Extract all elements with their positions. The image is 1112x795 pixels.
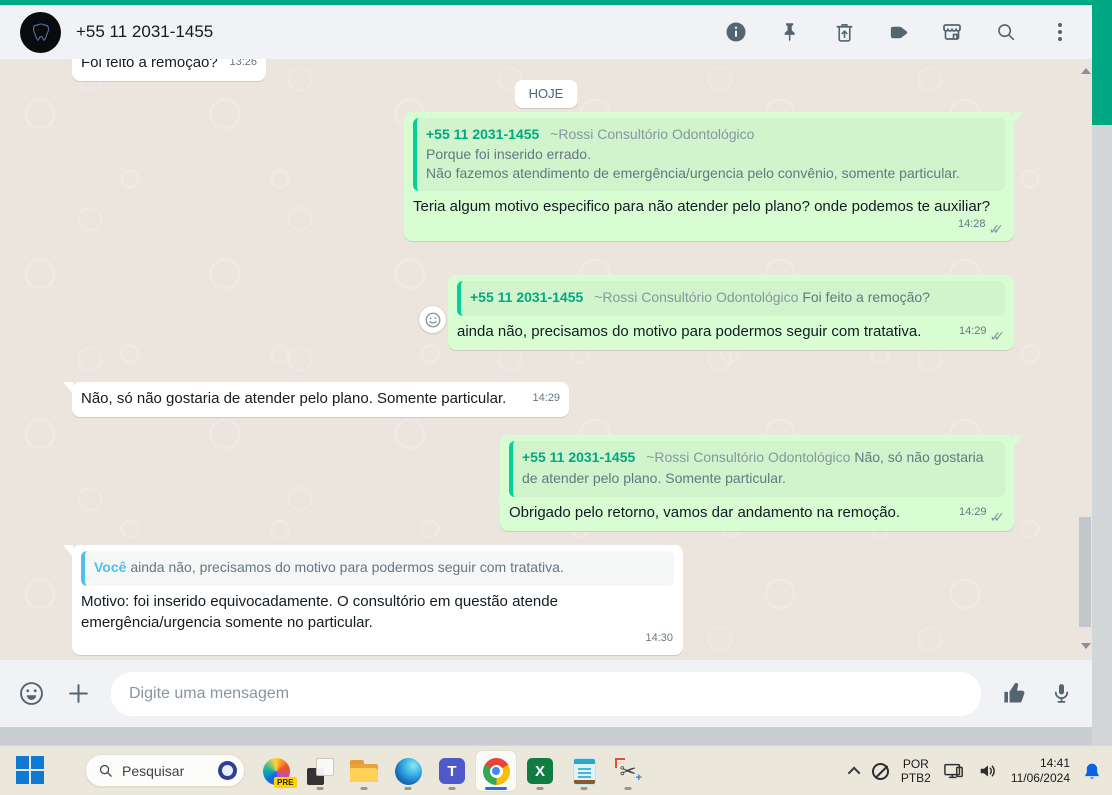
chat-header: +55 11 2031-1455 <box>0 5 1092 59</box>
quote-text: ainda não, precisamos do motivo para pod… <box>130 559 564 575</box>
message-bubble-incoming[interactable]: Não, só não gostaria de atender pelo pla… <box>63 382 569 417</box>
quote-sender-phone: +55 11 2031-1455 <box>426 126 540 142</box>
tray-clock[interactable]: 14:41 11/06/2024 <box>1011 756 1070 786</box>
quote-text: Porque foi inserido errado. <box>426 146 591 162</box>
message-bubble-outgoing[interactable]: +55 11 2031-1455 ~Rossi Consultório Odon… <box>448 275 1014 350</box>
tray-date: 11/06/2024 <box>1010 771 1070 785</box>
delivered-ticks-icon: ✓✓ <box>989 328 1005 344</box>
tray-cast-icon[interactable] <box>943 761 965 781</box>
windows-start-button[interactable] <box>16 756 46 786</box>
taskbar-excel-icon[interactable]: X <box>520 751 560 791</box>
message-text: Obrigado pelo retorno, vamos dar andamen… <box>509 504 901 521</box>
tray-blocked-status-icon[interactable] <box>871 762 889 780</box>
message-list: Foi feito a remoção? 13:26 +55 11 2031-1… <box>0 59 1092 660</box>
tray-time: 14:41 <box>1039 756 1070 770</box>
bubble-tail <box>1013 112 1023 124</box>
message-time: 14:29 <box>532 392 560 404</box>
attach-plus-icon[interactable] <box>64 680 92 708</box>
tooth-logo-icon <box>32 23 49 41</box>
taskbar-teams-icon[interactable]: T <box>432 751 472 791</box>
scrollbar-down-arrow[interactable] <box>1081 643 1091 649</box>
tray-language-indicator[interactable]: POR PTB2 <box>901 757 931 785</box>
message-text: Teria algum motivo especifico para não a… <box>413 198 991 215</box>
window-edge <box>1092 125 1112 745</box>
contact-avatar[interactable] <box>20 11 61 53</box>
taskbar-search[interactable]: Pesquisar <box>85 754 245 787</box>
microphone-icon[interactable] <box>1047 680 1075 708</box>
delivered-ticks-icon: ✓✓ <box>989 509 1005 525</box>
emoji-icon[interactable] <box>17 680 45 708</box>
tray-chevron-up-icon[interactable] <box>847 766 861 779</box>
scrollbar-up-arrow[interactable] <box>1081 68 1091 74</box>
windows-taskbar: Pesquisar PRE T X ✂ + POR PTB2 14:41 11/… <box>0 745 1112 795</box>
window-edge-accent <box>1092 0 1112 125</box>
message-text: Motivo: foi inserido equivocadamente. O … <box>81 593 558 631</box>
quote-text: Foi feito a remoção? <box>802 289 930 305</box>
taskbar-file-explorer-icon[interactable] <box>344 751 384 791</box>
taskbar-edge-icon[interactable] <box>388 751 428 791</box>
message-text: Não, só não gostaria de atender pelo pla… <box>81 390 507 407</box>
taskbar-snipping-tool-icon[interactable]: ✂ + <box>608 751 648 791</box>
pin-icon[interactable] <box>778 20 802 44</box>
info-icon[interactable] <box>724 20 748 44</box>
quote-sender-name: ~Rossi Consultório Odontológico <box>550 126 755 142</box>
bubble-tail <box>1013 435 1023 447</box>
quote-sender-you: Você <box>94 559 127 575</box>
bubble-tail <box>63 382 73 394</box>
quote-text: Não fazemos atendimento de emergência/ur… <box>426 165 960 181</box>
quote-sender-name: ~Rossi Consultório Odontológico <box>594 289 799 305</box>
message-time: 14:29 <box>959 506 987 518</box>
taskbar-copilot-icon[interactable]: PRE <box>256 751 297 791</box>
message-time: 14:30 <box>645 632 673 644</box>
app-accent-strip <box>0 0 1112 5</box>
message-time: 14:29 <box>959 325 987 337</box>
quote-sender-phone: +55 11 2031-1455 <box>522 449 636 465</box>
taskbar-chrome-icon[interactable] <box>476 751 516 791</box>
search-icon <box>99 764 112 777</box>
window-bottom-edge <box>0 727 1112 745</box>
system-tray: POR PTB2 14:41 11/06/2024 <box>847 746 1102 795</box>
scrollbar-thumb[interactable] <box>1079 517 1091 627</box>
header-actions <box>724 20 1072 44</box>
tray-notification-bell-icon[interactable] <box>1082 761 1102 782</box>
composer-bar <box>0 660 1092 727</box>
date-divider: HOJE <box>514 80 578 108</box>
delete-message-icon[interactable] <box>832 20 856 44</box>
quoted-message[interactable]: +55 11 2031-1455 ~Rossi Consultório Odon… <box>457 281 1005 316</box>
label-icon[interactable] <box>886 20 910 44</box>
menu-icon[interactable] <box>1048 20 1072 44</box>
taskbar-snip-overlay-icon[interactable] <box>300 751 340 791</box>
message-text: Foi feito a remoção? <box>81 59 218 71</box>
bubble-tail <box>63 545 73 557</box>
quoted-message[interactable]: +55 11 2031-1455 ~Rossi Consultório Odon… <box>413 118 1005 191</box>
message-text: ainda não, precisamos do motivo para pod… <box>457 323 922 340</box>
tray-volume-icon[interactable] <box>977 761 999 781</box>
message-bubble-outgoing[interactable]: +55 11 2031-1455 ~Rossi Consultório Odon… <box>404 112 1023 241</box>
quote-sender-name: ~Rossi Consultório Odontológico <box>646 449 851 465</box>
thumbs-up-icon[interactable] <box>1000 680 1028 708</box>
search-icon[interactable] <box>994 20 1018 44</box>
storefront-icon[interactable] <box>940 20 964 44</box>
quote-sender-phone: +55 11 2031-1455 <box>470 289 584 305</box>
message-bubble-incoming[interactable]: Foi feito a remoção? 13:26 <box>72 59 266 81</box>
quoted-message[interactable]: +55 11 2031-1455 ~Rossi Consultório Odon… <box>509 441 1005 497</box>
copilot-pre-badge: PRE <box>274 776 297 788</box>
message-bubble-incoming[interactable]: Você ainda não, precisamos do motivo par… <box>63 545 683 655</box>
delivered-ticks-icon: ✓✓ <box>988 221 1004 237</box>
message-input[interactable] <box>111 671 981 716</box>
search-daily-icon <box>218 761 237 780</box>
chat-title[interactable]: +55 11 2031-1455 <box>76 22 213 42</box>
search-label: Pesquisar <box>122 762 185 779</box>
message-bubble-outgoing[interactable]: +55 11 2031-1455 ~Rossi Consultório Odon… <box>500 435 1023 531</box>
message-time: 14:28 <box>958 218 986 230</box>
message-time: 13:26 <box>229 59 257 68</box>
taskbar-notepad-icon[interactable] <box>564 751 604 791</box>
whatsapp-chat-screen: +55 11 2031-1455 Foi feito a remoção? 13… <box>0 0 1112 795</box>
quoted-message[interactable]: Você ainda não, precisamos do motivo par… <box>81 551 674 586</box>
react-emoji-button[interactable] <box>419 306 446 333</box>
